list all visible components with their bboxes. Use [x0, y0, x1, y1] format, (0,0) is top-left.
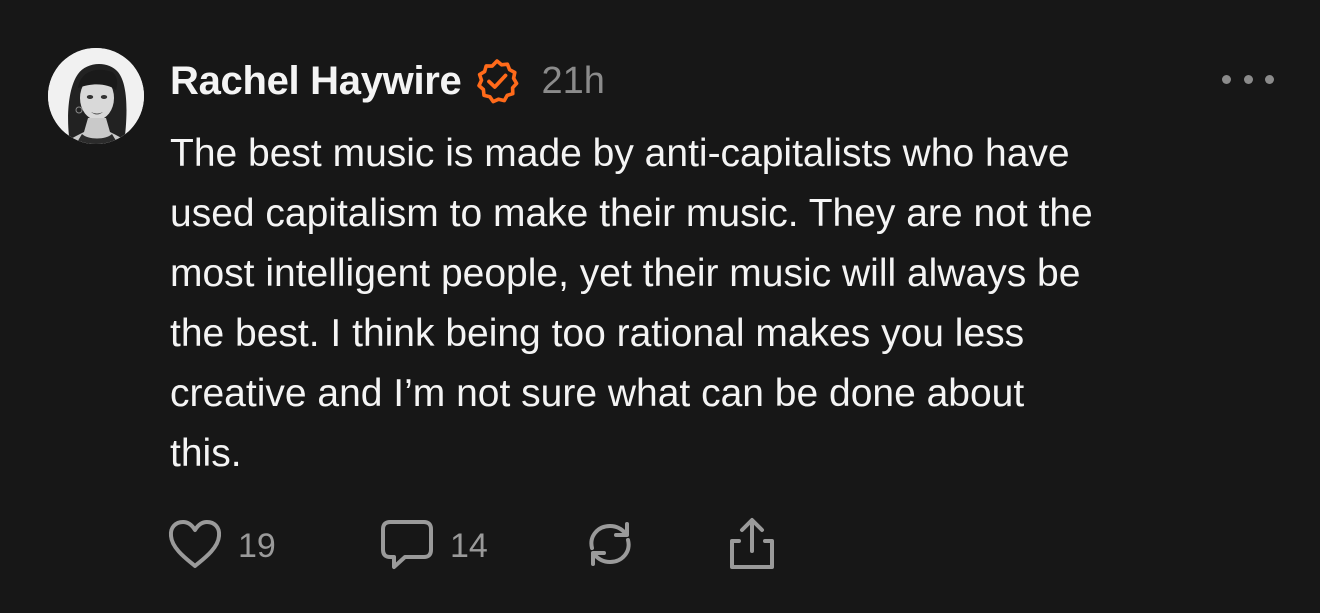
post-card[interactable]: Rachel Haywire 21h The best music is mad… — [0, 0, 1320, 613]
post-timestamp: 21h — [541, 59, 605, 102]
comment-icon — [378, 516, 436, 577]
share-icon — [722, 515, 782, 578]
reply-button[interactable]: 14 — [378, 514, 488, 578]
post-text-line: used capitalism to make their music. The… — [170, 192, 1093, 235]
repost-button[interactable] — [580, 514, 640, 578]
post-text-line: The best music is made by anti-capitalis… — [170, 132, 1070, 175]
post-text-line: most intelligent people, yet their music… — [170, 252, 1081, 295]
like-button[interactable]: 19 — [166, 514, 276, 578]
avatar-photo — [48, 48, 144, 144]
post-actions: 19 14 — [166, 514, 816, 578]
more-dot — [1265, 74, 1274, 84]
verified-badge-icon — [474, 58, 520, 104]
more-dot — [1222, 74, 1231, 84]
post-text-line: this. — [170, 432, 242, 475]
author-name[interactable]: Rachel Haywire — [170, 59, 462, 104]
avatar[interactable] — [48, 48, 144, 144]
post-text-line: creative and I’m not sure what can be do… — [170, 372, 1025, 415]
repost-icon — [580, 516, 640, 577]
heart-icon — [166, 517, 224, 576]
reply-count: 14 — [450, 526, 488, 565]
like-count: 19 — [238, 526, 276, 565]
post-text-line: the best. I think being too rational mak… — [170, 312, 1025, 355]
more-dot — [1243, 74, 1253, 84]
post-header: Rachel Haywire 21h — [170, 56, 605, 106]
post-text: The best music is made by anti-capitalis… — [170, 124, 1280, 484]
more-options-button[interactable] — [1222, 64, 1274, 94]
share-button[interactable] — [722, 514, 782, 578]
